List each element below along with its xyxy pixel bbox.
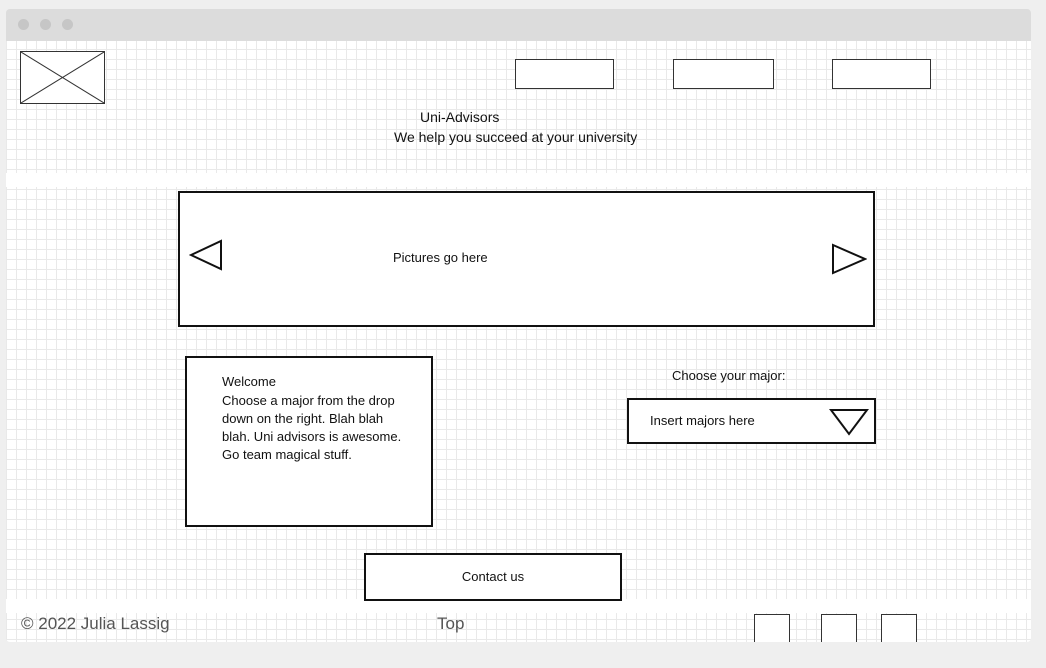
welcome-panel: Welcome Choose a major from the drop dow… [185, 356, 433, 527]
contact-us-label: Contact us [461, 569, 525, 584]
band-divider [6, 599, 1031, 613]
triangle-down-icon[interactable] [829, 408, 869, 436]
nav-button-1[interactable] [515, 59, 614, 89]
window-titlebar [6, 9, 1031, 41]
window-maximize-dot[interactable] [62, 19, 73, 30]
window-minimize-dot[interactable] [40, 19, 51, 30]
triangle-left-icon[interactable] [189, 239, 223, 271]
back-to-top-link[interactable]: Top [437, 614, 464, 634]
browser-window: Uni-Advisors We help you succeed at your… [6, 9, 1031, 642]
footer-social-button-2[interactable] [821, 614, 857, 642]
image-placeholder-icon [21, 52, 104, 103]
major-dropdown-value: Insert majors here [650, 413, 755, 428]
nav-button-2[interactable] [673, 59, 774, 89]
logo-placeholder[interactable] [20, 51, 105, 104]
image-carousel: Pictures go here [178, 191, 875, 327]
footer-copyright: © 2022 Julia Lassig [21, 614, 170, 633]
window-close-dot[interactable] [18, 19, 29, 30]
site-tagline: We help you succeed at your university [394, 129, 638, 145]
nav-button-3[interactable] [832, 59, 931, 89]
band-divider [6, 173, 1031, 187]
major-select-label: Choose your major: [672, 368, 786, 383]
major-dropdown[interactable]: Insert majors here [627, 398, 876, 444]
carousel-placeholder-text: Pictures go here [393, 250, 488, 265]
site-title: Uni-Advisors [420, 109, 500, 125]
triangle-right-icon[interactable] [831, 243, 867, 275]
welcome-text: Choose a major from the drop down on the… [222, 393, 402, 462]
contact-us-button[interactable]: Contact us [364, 553, 622, 601]
welcome-heading: Welcome [222, 374, 276, 389]
footer-social-button-1[interactable] [754, 614, 790, 642]
footer-social-button-3[interactable] [881, 614, 917, 642]
